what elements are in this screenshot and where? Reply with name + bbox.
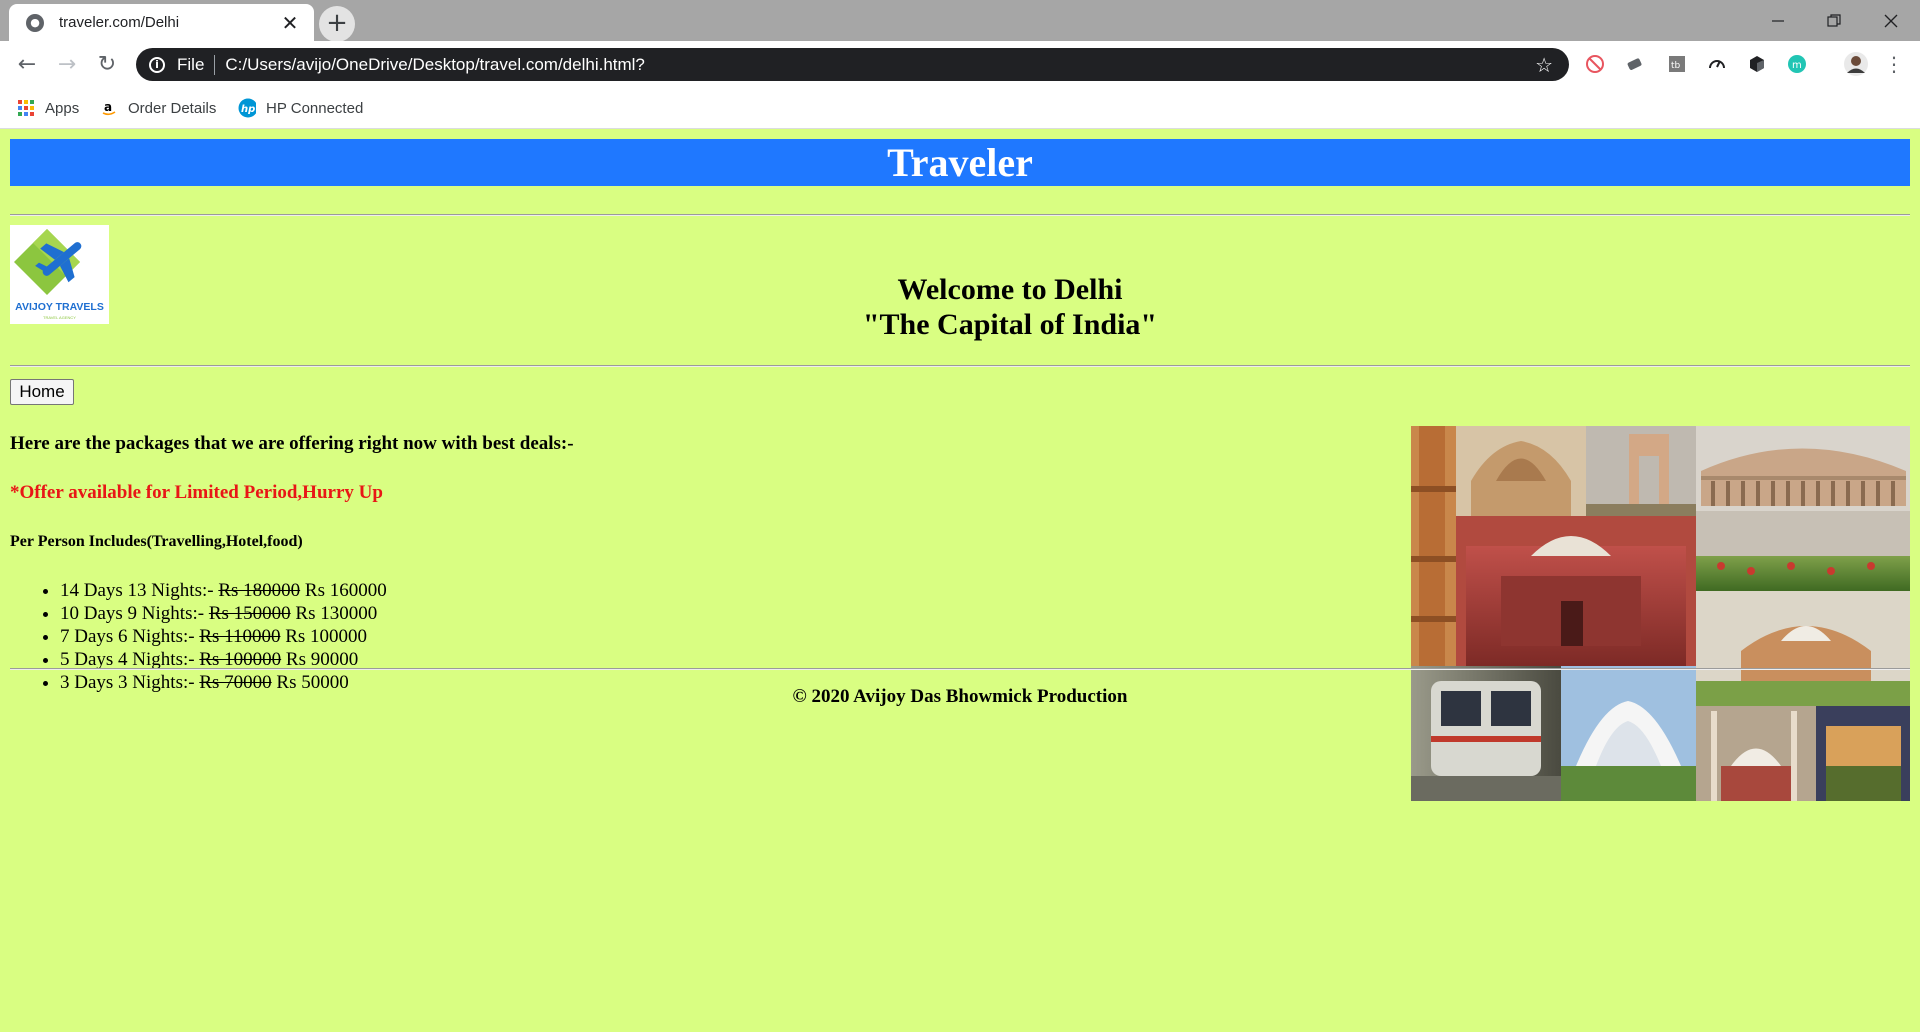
- globe-icon: ●: [26, 13, 44, 32]
- home-button[interactable]: Home: [10, 379, 74, 405]
- browser-tab[interactable]: ● traveler.com/Delhi ✕: [9, 4, 314, 41]
- bookmark-label: Apps: [45, 99, 80, 117]
- delhi-collage-image: [1411, 426, 1910, 801]
- footer-copyright: © 2020 Avijoy Das Bhowmick Production: [792, 686, 1128, 707]
- includes-text: Per Person Includes(Travelling,Hotel,foo…: [10, 533, 303, 550]
- package-duration: 5 Days 4 Nights:-: [60, 649, 195, 670]
- minimize-icon[interactable]: [1749, 0, 1807, 41]
- browser-toolbar: ← → ↻ i File C:/Users/avijo/OneDrive/Des…: [0, 41, 1920, 87]
- m-extension-icon[interactable]: m: [1786, 53, 1808, 75]
- tab-title: traveler.com/Delhi: [59, 14, 180, 31]
- tab-strip: ● traveler.com/Delhi ✕ +: [0, 0, 1920, 42]
- close-window-icon[interactable]: [1862, 0, 1920, 41]
- new-price: Rs 130000: [295, 603, 378, 624]
- package-duration: 14 Days 13 Nights:-: [60, 580, 214, 601]
- svg-text:tb: tb: [1671, 61, 1681, 71]
- new-price: Rs 100000: [285, 626, 368, 647]
- back-arrow-icon[interactable]: ←: [12, 49, 42, 79]
- bookmark-hp-connected[interactable]: hp HP Connected: [238, 96, 363, 120]
- old-price: Rs 100000: [199, 649, 282, 670]
- apps-grid-icon: [17, 99, 35, 117]
- list-item: 14 Days 13 Nights:- Rs 180000 Rs 160000: [60, 579, 387, 602]
- new-tab-button[interactable]: +: [319, 6, 355, 42]
- hp-icon: hp: [238, 98, 256, 118]
- divider: [10, 214, 1910, 216]
- forward-arrow-icon[interactable]: →: [52, 49, 82, 79]
- welcome-line-2: "The Capital of India": [862, 308, 1158, 341]
- cube-extension-icon[interactable]: [1746, 53, 1768, 75]
- bookmark-apps[interactable]: Apps: [17, 96, 79, 120]
- reload-icon[interactable]: ↻: [92, 49, 122, 79]
- package-duration: 7 Days 6 Nights:-: [60, 626, 195, 647]
- url-text[interactable]: C:/Users/avijo/OneDrive/Desktop/travel.c…: [225, 55, 1535, 75]
- divider: [10, 668, 1910, 670]
- tb-extension-icon[interactable]: tb: [1666, 53, 1688, 75]
- welcome-line-1: Welcome to Delhi: [897, 273, 1123, 306]
- list-item: 10 Days 9 Nights:- Rs 150000 Rs 130000: [60, 602, 387, 625]
- avijoy-travels-logo: AVIJOY TRAVELS TRAVEL AGENCY: [10, 225, 109, 324]
- new-price: Rs 90000: [285, 649, 359, 670]
- old-price: Rs 150000: [208, 603, 291, 624]
- new-price: Rs 160000: [304, 580, 387, 601]
- site-banner: Traveler: [10, 139, 1910, 186]
- bookmarks-bar: Apps a Order Details hp HP Connected: [0, 87, 1920, 129]
- svg-text:a: a: [104, 100, 112, 114]
- amazon-icon: a: [100, 99, 118, 117]
- address-bar[interactable]: i File C:/Users/avijo/OneDrive/Desktop/t…: [136, 48, 1569, 81]
- close-tab-icon[interactable]: ✕: [280, 13, 300, 33]
- menu-kebab-icon[interactable]: ⋮: [1883, 52, 1905, 76]
- bookmark-order-details[interactable]: a Order Details: [100, 96, 216, 120]
- package-duration: 10 Days 9 Nights:-: [60, 603, 205, 624]
- svg-text:m: m: [1792, 60, 1802, 71]
- speedometer-icon[interactable]: [1706, 53, 1728, 75]
- svg-text:hp: hp: [241, 104, 255, 115]
- page-content: Traveler AVIJOY TRAVELS TRAVEL AGENCY We…: [0, 129, 1920, 1032]
- divider: [10, 365, 1910, 367]
- bookmark-label: HP Connected: [266, 99, 364, 117]
- logo-text: AVIJOY TRAVELS: [15, 301, 104, 313]
- list-item: 7 Days 6 Nights:- Rs 110000 Rs 100000: [60, 625, 387, 648]
- url-separator: [214, 54, 216, 75]
- url-scheme: File: [177, 54, 205, 74]
- site-info-icon[interactable]: i: [149, 56, 165, 73]
- restore-icon[interactable]: [1805, 0, 1863, 41]
- blocked-extension-icon[interactable]: [1584, 53, 1606, 75]
- packages-intro: Here are the packages that we are offeri…: [10, 433, 574, 454]
- packages-list: 14 Days 13 Nights:- Rs 180000 Rs 160000 …: [10, 579, 387, 694]
- old-price: Rs 110000: [199, 626, 281, 647]
- bookmark-star-icon[interactable]: ☆: [1535, 53, 1553, 77]
- bookmark-label: Order Details: [128, 99, 217, 117]
- profile-avatar-icon[interactable]: [1842, 50, 1870, 78]
- welcome-heading: Welcome to Delhi "The Capital of India": [760, 272, 1260, 342]
- old-price: Rs 180000: [218, 580, 301, 601]
- limited-offer-text: *Offer available for Limited Period,Hurr…: [10, 482, 383, 503]
- logo-subtext: TRAVEL AGENCY: [43, 315, 76, 320]
- eraser-extension-icon[interactable]: [1624, 53, 1646, 75]
